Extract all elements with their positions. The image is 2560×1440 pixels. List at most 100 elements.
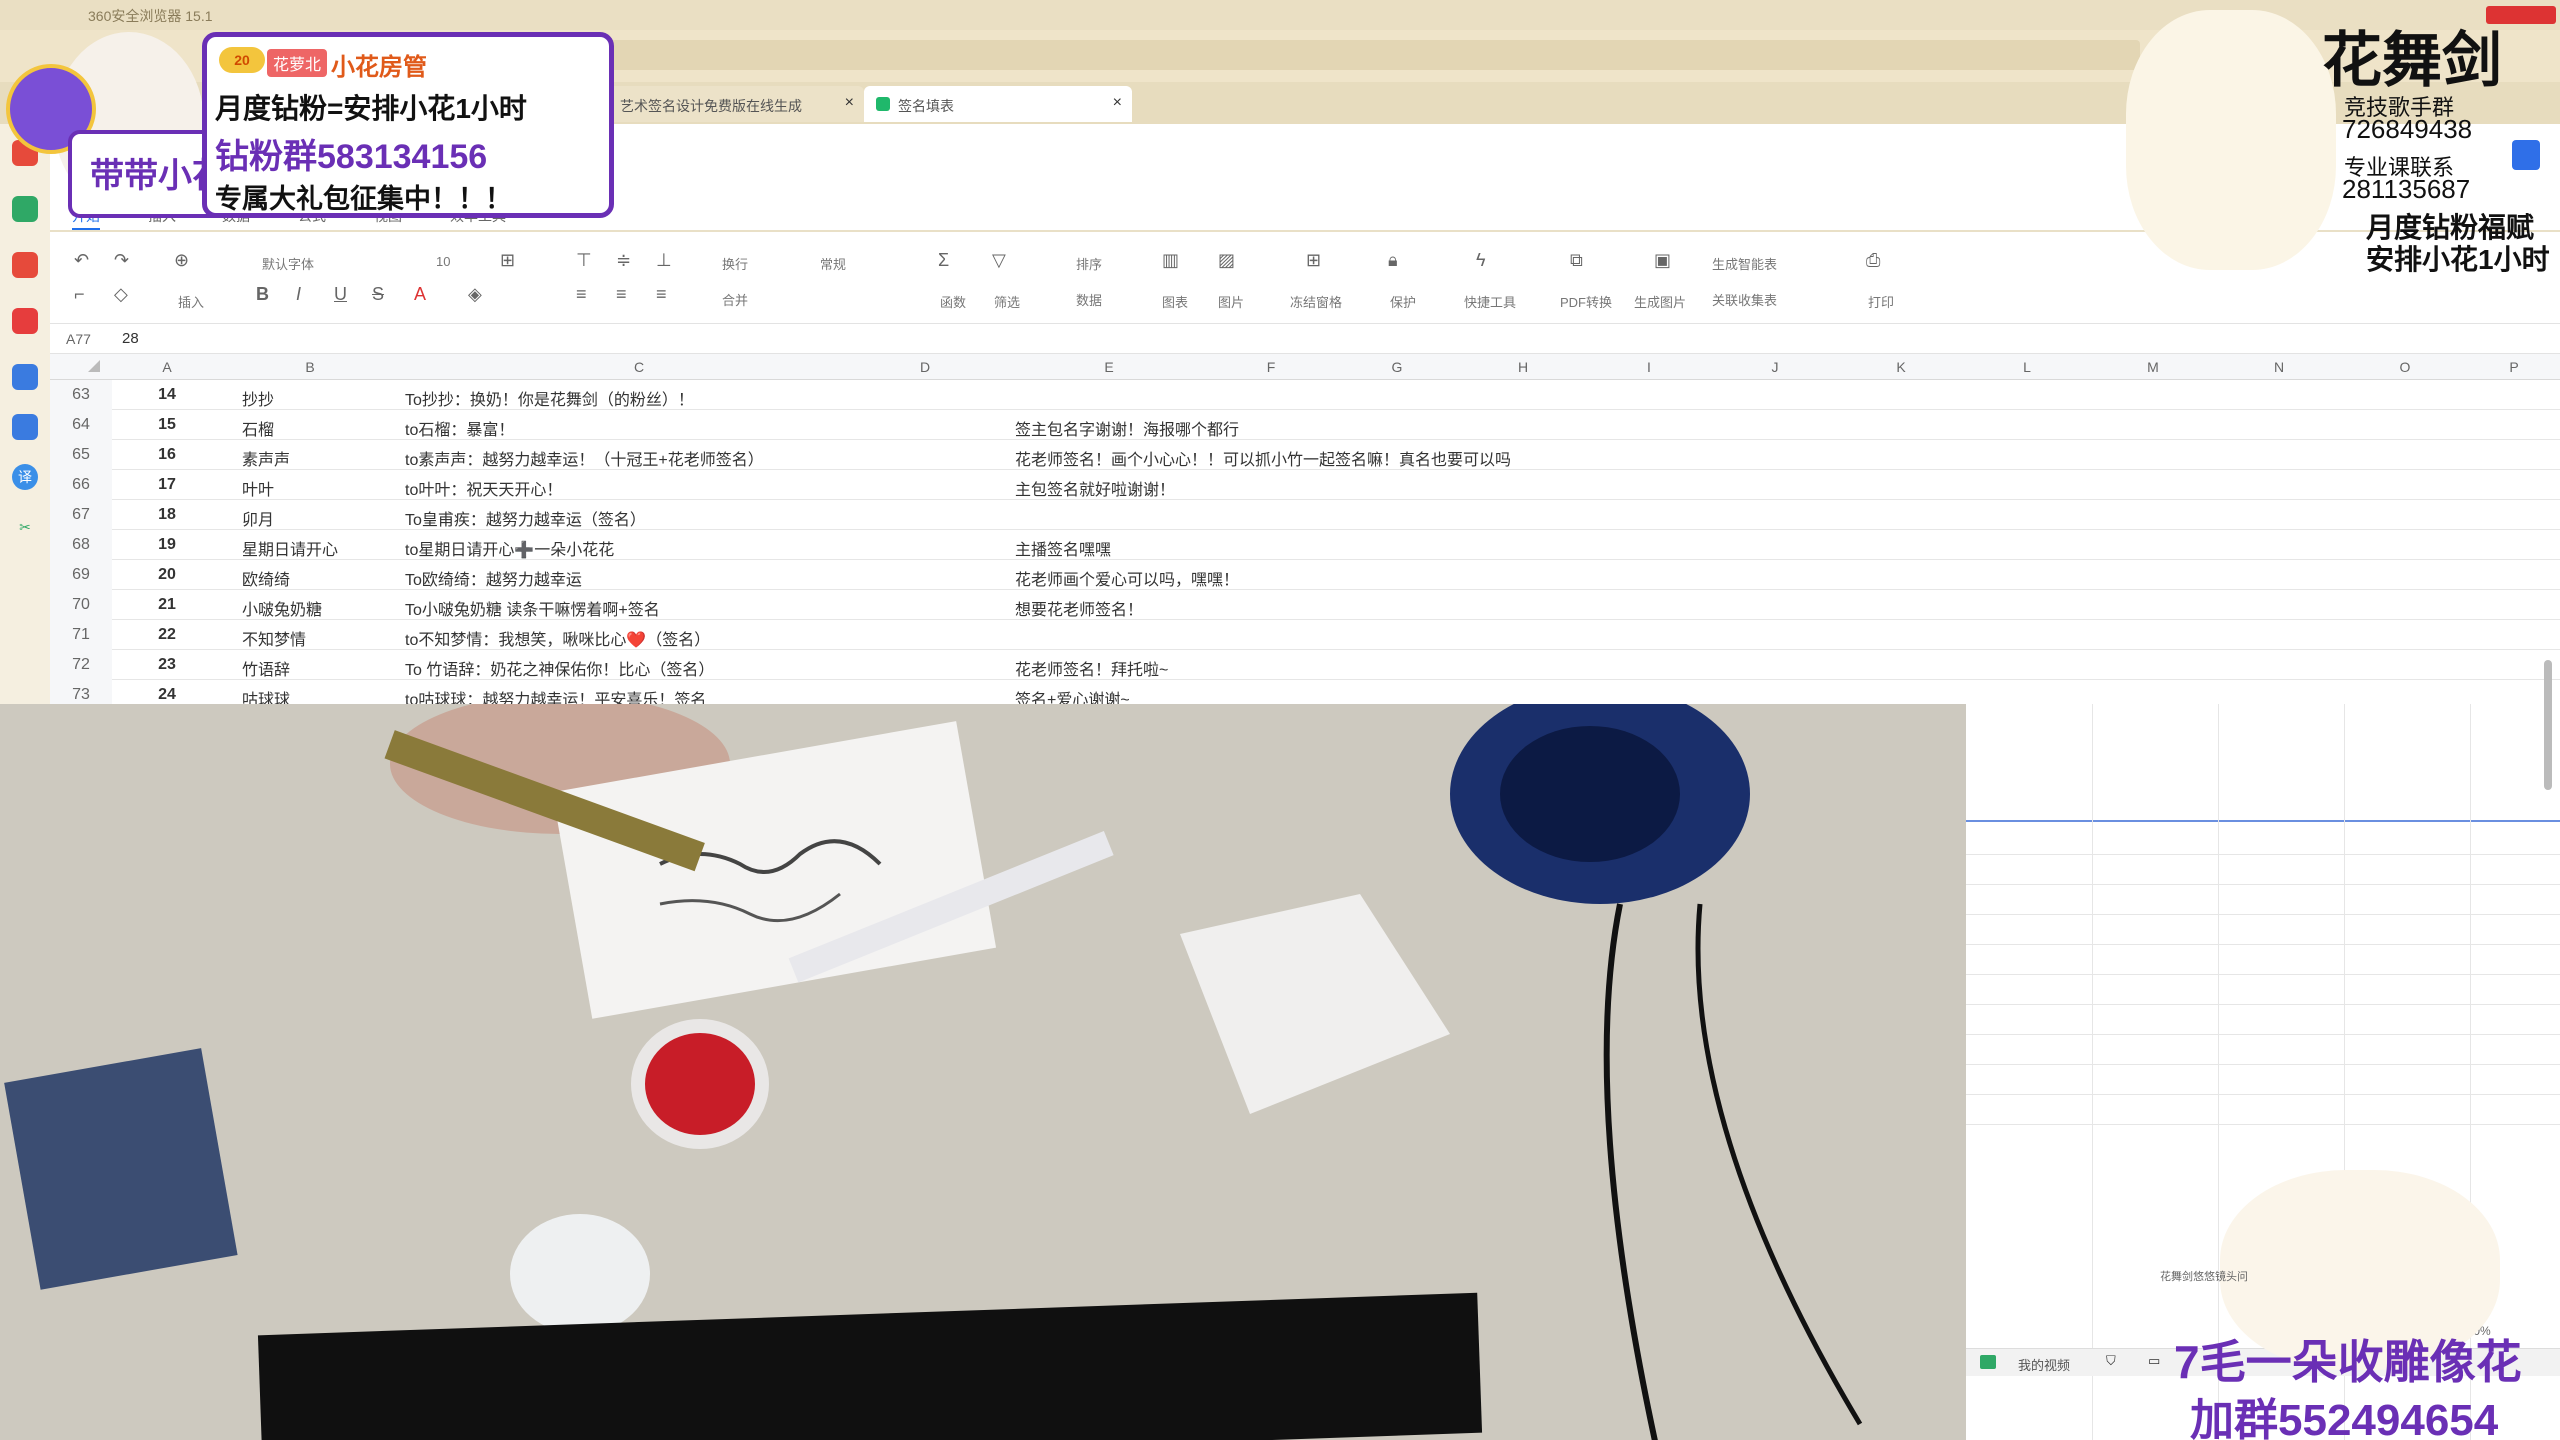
function-label[interactable]: 函数 [940,292,966,311]
cell-a[interactable]: 23 [112,656,222,674]
col-header-b[interactable]: B [222,359,398,375]
data-label[interactable]: 数据 [1076,290,1102,309]
lightning-icon[interactable]: ϟ [1476,250,1486,271]
col-header-a[interactable]: A [112,359,222,375]
col-header-f[interactable]: F [1208,359,1334,375]
cell-e[interactable]: 想要花老师签名！ [1015,596,1143,620]
pdf-icon[interactable] [12,252,38,278]
cell-e[interactable]: 主播签名嘿嘿 [1015,536,1111,560]
align-middle-icon[interactable]: ≑ [616,250,631,271]
col-header-m[interactable]: M [2090,359,2216,375]
table-row[interactable]: 68 19 星期日请开心 to星期日请开心➕一朵小花花 主播签名嘿嘿 [50,530,2560,560]
table-row[interactable]: 65 16 素声声 to素声声：越努力越幸运！（十冠王+花老师签名） 花老师签名！画个小… [50,440,2560,470]
align-right-icon[interactable]: ≡ [656,284,667,305]
formula-input[interactable]: 28 [122,330,139,347]
chart-label[interactable]: 图表 [1162,292,1188,311]
col-header-i[interactable]: I [1586,359,1712,375]
freeze-icon[interactable]: ⊞ [1306,250,1321,271]
cell-a[interactable]: 14 [112,386,222,404]
document-icon[interactable] [12,414,38,440]
strikethrough-icon[interactable]: S [372,284,384,305]
cell-a[interactable]: 21 [112,596,222,614]
linked-collect-button[interactable]: 关联收集表 [1712,290,1777,309]
col-header-h[interactable]: H [1460,359,1586,375]
cell-a[interactable]: 22 [112,626,222,644]
col-header-n[interactable]: N [2216,359,2342,375]
table-row[interactable]: 71 22 不知梦情 to不知梦情：我想笑，啾咪比心❤️（签名） [50,620,2560,650]
align-center-icon[interactable]: ≡ [616,284,627,305]
row-number[interactable]: 68 [50,530,112,560]
select-all-corner[interactable] [88,360,100,372]
col-header-g[interactable]: G [1334,359,1460,375]
redo-icon[interactable]: ↷ [114,250,129,271]
table-row[interactable]: 72 23 竹语辞 To 竹语辞：奶花之神保佑你！比心（签名） 花老师签名！拜托啦~ [50,650,2560,680]
col-header-k[interactable]: K [1838,359,1964,375]
cell-a[interactable]: 20 [112,566,222,584]
cell-c[interactable]: to叶叶：祝天天开心！ [405,476,562,500]
filter-label[interactable]: 筛选 [994,292,1020,311]
cell-b[interactable]: 欧绮绮 [242,566,290,590]
cell-c[interactable]: To抄抄：换奶！你是花舞剑（的粉丝）！ [405,386,694,410]
lock-icon[interactable]: 🔒︎ [1388,250,1398,271]
close-icon[interactable]: × [845,94,854,112]
cell-a[interactable]: 24 [112,686,222,704]
cell-c[interactable]: to不知梦情：我想笑，啾咪比心❤️（签名） [405,626,710,650]
eraser-icon[interactable]: ◇ [114,284,128,305]
cell-c[interactable]: to石榴：暴富！ [405,416,514,440]
table-row[interactable]: 64 15 石榴 to石榴：暴富！ 签主包名字谢谢！海报哪个都行 [50,410,2560,440]
align-left-icon[interactable]: ≡ [576,284,587,305]
gen-image-label[interactable]: 生成图片 [1634,292,1686,311]
address-input[interactable] [600,40,2140,70]
wrap-button[interactable]: 换行 [722,254,748,273]
row-number[interactable]: 71 [50,620,112,650]
col-header-c[interactable]: C [398,359,880,375]
col-header-p[interactable]: P [2468,359,2560,375]
chart-icon[interactable]: ▥ [1162,250,1179,271]
number-format-select[interactable]: 常规 [820,254,846,273]
my-video-label[interactable]: 我的视频 [2018,1355,2070,1374]
tab-signature-design[interactable]: 艺术签名设计免费版在线生成 × [606,86,864,122]
sum-icon[interactable]: Σ [938,250,949,271]
cell-reference[interactable]: A77 [66,331,91,347]
add-circle-icon[interactable]: ⊕ [174,250,189,271]
row-number[interactable]: 66 [50,470,112,500]
col-header-o[interactable]: O [2342,359,2468,375]
cell-c[interactable]: to素声声：越努力越幸运！（十冠王+花老师签名） [405,446,764,470]
image-label[interactable]: 图片 [1218,292,1244,311]
cell-c[interactable]: To欧绮绮：越努力越幸运 [405,566,582,590]
undo-icon[interactable]: ↶ [74,250,89,271]
cell-a[interactable]: 15 [112,416,222,434]
table-row[interactable]: 66 17 叶叶 to叶叶：祝天天开心！ 主包签名就好啦谢谢！ [50,470,2560,500]
table-row[interactable]: 70 21 小啵兔奶糖 To小啵兔奶糖 读条干嘛愣着啊+签名 想要花老师签名！ [50,590,2560,620]
cell-c[interactable]: to星期日请开心➕一朵小花花 [405,536,614,560]
merge-button[interactable]: 合并 [722,290,748,309]
table-row[interactable]: 67 18 卯月 To皇甫疾：越努力越幸运（签名） [50,500,2560,530]
video-icon[interactable] [12,308,38,334]
col-header-l[interactable]: L [1964,359,2090,375]
smart-table-button[interactable]: 生成智能表 [1712,254,1777,273]
col-header-d[interactable]: D [830,359,1020,375]
cell-e[interactable]: 主包签名就好啦谢谢！ [1015,476,1175,500]
translate-icon[interactable]: 译 [12,464,38,490]
cell-b[interactable]: 素声声 [242,446,290,470]
fill-color-icon[interactable]: ◈ [468,284,482,305]
cell-b[interactable]: 竹语辞 [242,656,290,680]
cell-b[interactable]: 叶叶 [242,476,274,500]
cell-c[interactable]: To小啵兔奶糖 读条干嘛愣着啊+签名 [405,596,660,620]
row-number[interactable]: 69 [50,560,112,590]
print-label[interactable]: 打印 [1868,292,1894,311]
vertical-scrollbar[interactable] [2544,660,2552,790]
cell-b[interactable]: 卯月 [242,506,274,530]
font-size-select[interactable]: 10 [436,254,450,269]
align-top-icon[interactable]: ⊤ [576,250,592,271]
print-icon[interactable]: ⎙ [1866,250,1880,271]
close-icon[interactable]: × [1113,94,1122,112]
row-number[interactable]: 64 [50,410,112,440]
pdf-convert-icon[interactable]: ⧉ [1570,250,1583,271]
format-painter-icon[interactable]: ⌐ [74,284,85,305]
sort-button[interactable]: 排序 [1076,254,1102,273]
screen-icon[interactable]: ▭ [2148,1353,2160,1369]
scissors-icon[interactable]: ✂ [12,514,38,540]
cell-b[interactable]: 石榴 [242,416,274,440]
cell-b[interactable]: 小啵兔奶糖 [242,596,322,620]
